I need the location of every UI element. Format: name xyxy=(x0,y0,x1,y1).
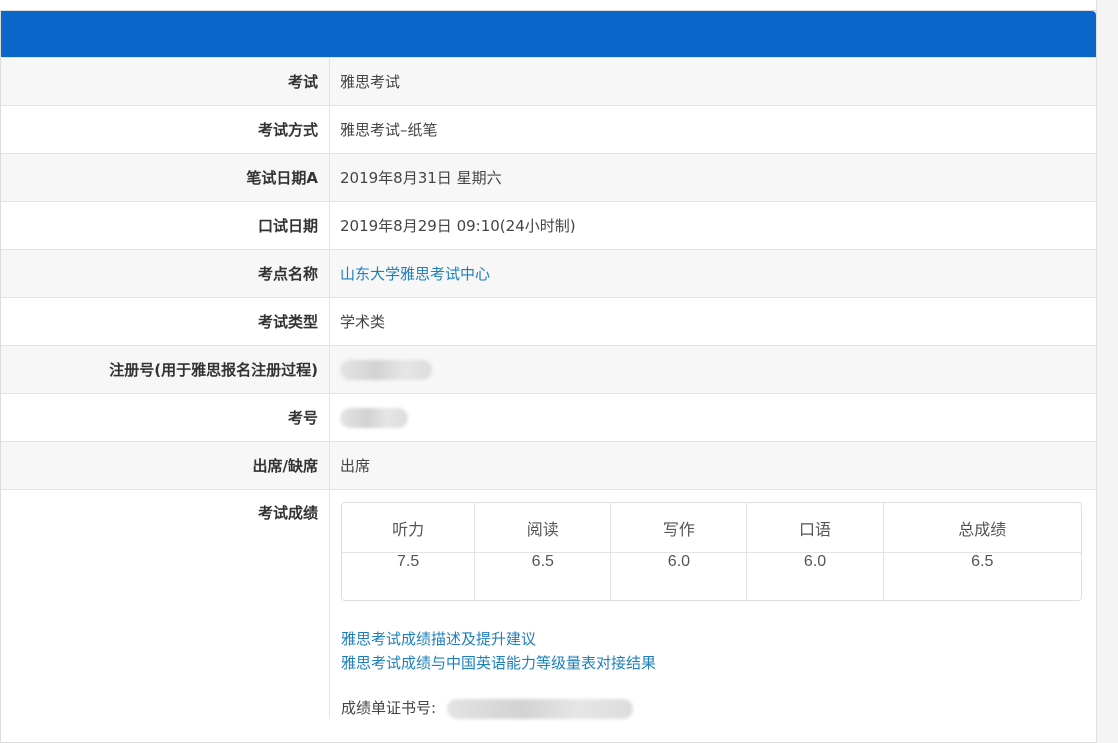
table-row: 考试类型 学术类 xyxy=(1,297,1096,346)
row-value: 出席 xyxy=(329,441,1096,490)
row-value: 2019年8月29日 09:10(24小时制) xyxy=(329,201,1096,250)
results-panel: 考试 雅思考试 考试方式 雅思考试–纸笔 笔试日期A 2019年8月31日 星期… xyxy=(0,10,1097,743)
scores-wrapper: 听力 阅读 写作 口语 总成绩 7.5 6.5 6.0 6.0 6.5 雅思考试… xyxy=(340,490,1096,719)
registration-number-cell xyxy=(329,345,1096,394)
row-label: 考试成绩 xyxy=(1,489,330,719)
scores-value-row: 7.5 6.5 6.0 6.0 6.5 xyxy=(342,553,1081,600)
panel-header xyxy=(1,11,1096,57)
score-value: 6.0 xyxy=(610,553,747,600)
test-center-link[interactable]: 山东大学雅思考试中心 xyxy=(340,265,490,283)
table-row: 考号 xyxy=(1,393,1096,442)
row-label: 考试方式 xyxy=(1,105,330,154)
redacted-certificate-number xyxy=(446,698,633,719)
row-label: 考号 xyxy=(1,393,330,442)
row-value: 雅思考试–纸笔 xyxy=(329,105,1096,154)
row-label: 口试日期 xyxy=(1,201,330,250)
candidate-number-cell xyxy=(329,393,1096,442)
table-row: 考试成绩 听力 阅读 写作 口语 总成绩 7.5 6.5 6.0 6.0 6.5… xyxy=(1,489,1096,719)
table-row: 考点名称 山东大学雅思考试中心 xyxy=(1,249,1096,298)
table-row: 口试日期 2019年8月29日 09:10(24小时制) xyxy=(1,201,1096,250)
row-label: 考试类型 xyxy=(1,297,330,346)
table-row: 注册号(用于雅思报名注册过程) xyxy=(1,345,1096,394)
score-value: 6.0 xyxy=(746,553,883,600)
row-value: 学术类 xyxy=(329,297,1096,346)
redacted-registration-number xyxy=(340,359,432,380)
certificate-label: 成绩单证书号: xyxy=(341,699,437,717)
score-header: 阅读 xyxy=(474,503,611,553)
score-value: 7.5 xyxy=(342,553,475,600)
test-center-cell: 山东大学雅思考试中心 xyxy=(329,249,1096,298)
certificate-number: 成绩单证书号: xyxy=(341,697,1082,719)
score-description-link[interactable]: 雅思考试成绩描述及提升建议 xyxy=(341,627,1082,651)
table-row: 出席/缺席 出席 xyxy=(1,441,1096,490)
table-row: 笔试日期A 2019年8月31日 星期六 xyxy=(1,153,1096,202)
row-value: 雅思考试 xyxy=(329,57,1096,106)
row-label: 考点名称 xyxy=(1,249,330,298)
score-header: 总成绩 xyxy=(882,503,1081,553)
scores-table: 听力 阅读 写作 口语 总成绩 7.5 6.5 6.0 6.0 6.5 xyxy=(341,502,1082,601)
cse-mapping-link[interactable]: 雅思考试成绩与中国英语能力等级量表对接结果 xyxy=(341,651,1082,675)
score-header: 听力 xyxy=(342,503,475,553)
row-label: 笔试日期A xyxy=(1,153,330,202)
table-row: 考试方式 雅思考试–纸笔 xyxy=(1,105,1096,154)
scores-cell: 听力 阅读 写作 口语 总成绩 7.5 6.5 6.0 6.0 6.5 雅思考试… xyxy=(329,489,1096,719)
score-value: 6.5 xyxy=(882,553,1081,600)
vertical-scrollbar[interactable] xyxy=(1096,0,1118,743)
exam-info-table: 考试 雅思考试 考试方式 雅思考试–纸笔 笔试日期A 2019年8月31日 星期… xyxy=(1,57,1096,719)
score-header: 写作 xyxy=(610,503,747,553)
score-header: 口语 xyxy=(746,503,883,553)
row-label: 出席/缺席 xyxy=(1,441,330,490)
row-label: 注册号(用于雅思报名注册过程) xyxy=(1,345,330,394)
score-links: 雅思考试成绩描述及提升建议 雅思考试成绩与中国英语能力等级量表对接结果 xyxy=(341,627,1082,675)
score-value: 6.5 xyxy=(474,553,611,600)
table-row: 考试 雅思考试 xyxy=(1,57,1096,106)
scores-header-row: 听力 阅读 写作 口语 总成绩 xyxy=(342,503,1081,553)
row-value: 2019年8月31日 星期六 xyxy=(329,153,1096,202)
redacted-candidate-number xyxy=(340,407,408,428)
row-label: 考试 xyxy=(1,57,330,106)
